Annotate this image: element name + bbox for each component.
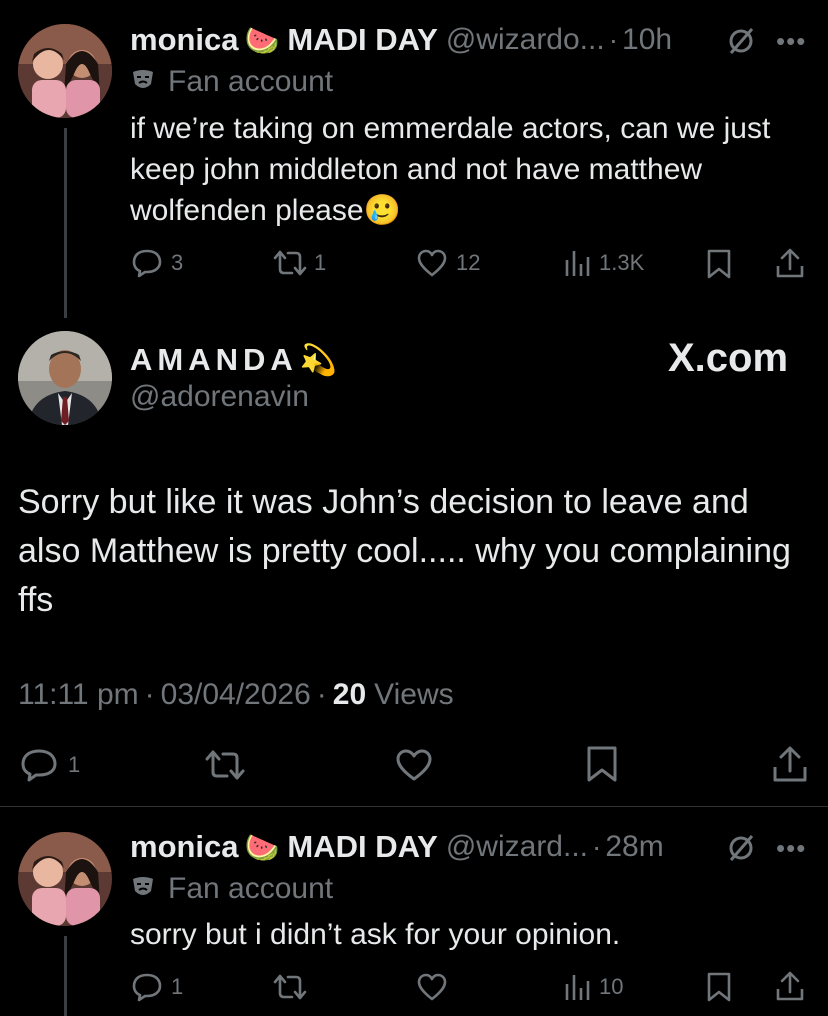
views-chart-icon [563,972,591,1002]
tweet-body: if we’re taking on emmerdale actors, can… [130,112,771,227]
author-name[interactable]: AMANDA [130,342,298,378]
like-button[interactable] [416,972,448,1002]
share-button[interactable] [772,745,808,783]
grok-icon[interactable] [726,833,756,868]
avatar[interactable] [18,832,112,926]
thread-line [64,128,67,318]
tweet-meta: 11:11 pm · 03/04/2026 · 20 Views [18,675,454,715]
share-button[interactable] [775,247,805,279]
author-handle[interactable]: @adorenavin [130,380,309,414]
author-name[interactable]: monica [130,829,239,865]
like-button[interactable] [395,748,433,782]
repost-icon [272,248,308,278]
reply-count: 3 [171,250,184,275]
bookmark-icon [706,971,732,1003]
fan-account-label: Fan account [168,65,334,98]
share-icon [772,745,808,783]
dizzy-emoji: 💫 [299,343,338,377]
views-label: Views [374,678,454,711]
reply-button[interactable]: 1 [20,748,80,782]
reply-count: 1 [68,752,81,777]
more-options-icon[interactable]: ••• [776,26,806,57]
tweet-text: if we’re taking on emmerdale actors, can… [130,108,820,231]
views-count: 20 [332,678,367,711]
separator-dot: · [592,831,602,862]
avatar[interactable] [18,24,112,118]
author-name[interactable]: monica [130,22,239,58]
repost-icon [272,972,308,1002]
reply-icon [131,248,163,278]
repost-button[interactable]: 1 [272,248,326,278]
repost-button[interactable] [204,748,246,782]
share-icon [775,970,805,1002]
tweet-header: monica 🍉 MADI DAY @wizardo... · 10h [130,20,672,60]
timestamp[interactable]: 28m [605,830,663,864]
author-handle[interactable]: @wizard... [446,830,588,864]
author-display-extra[interactable]: MADI DAY [287,829,437,865]
timestamp[interactable]: 10h [622,23,672,57]
views-chart-icon [563,248,591,278]
watermelon-emoji: 🍉 [244,24,280,56]
reply-icon [131,972,163,1002]
tweet-body: sorry but i didn’t ask for your opinion. [130,918,621,951]
smiling-tear-emoji: 🥲 [363,194,401,227]
mask-icon [130,67,156,98]
bookmark-button[interactable] [706,971,732,1003]
repost-icon [204,748,246,782]
more-options-icon[interactable]: ••• [776,833,806,864]
heart-icon [416,972,448,1002]
author-display-extra[interactable]: MADI DAY [287,22,437,58]
tweet-header: monica 🍉 MADI DAY @wizard... · 28m [130,827,664,867]
reply-icon [20,748,58,782]
author-handle[interactable]: @wizardo... [446,23,605,57]
tweet-date[interactable]: 03/04/2026 [161,678,311,712]
watermelon-emoji: 🍉 [244,831,280,863]
bookmark-button[interactable] [706,248,732,280]
reply-button[interactable]: 3 [131,248,183,278]
views-count: 10 [599,974,624,999]
divider [0,806,828,807]
views-button[interactable]: 10 [563,972,623,1002]
like-count: 12 [456,250,481,275]
separator-dot: · [144,678,155,711]
fan-account-label: Fan account [168,872,334,905]
share-icon [775,247,805,279]
reply-button[interactable]: 1 [131,972,183,1002]
heart-icon [395,748,433,782]
reply-count: 1 [171,974,184,999]
repost-count: 1 [314,250,327,275]
fan-account-badge: Fan account [130,63,333,101]
repost-button[interactable] [272,972,308,1002]
avatar[interactable] [18,331,112,425]
author-name-row: AMANDA 💫 [130,338,337,382]
like-button[interactable]: 12 [416,248,480,278]
separator-dot: · [608,24,619,55]
grok-icon[interactable] [726,26,756,61]
bookmark-icon [706,248,732,280]
thread-line [64,936,67,1016]
x-com-watermark: X.com [668,336,789,380]
fan-account-badge: Fan account [130,870,333,908]
tweet-body: Sorry but like it was John’s decision to… [18,483,791,619]
bookmark-button[interactable] [586,745,618,783]
tweet-time[interactable]: 11:11 pm [18,678,139,712]
separator-dot: · [316,678,327,711]
heart-icon [416,248,448,278]
views-count: 1.3K [599,250,645,275]
bookmark-icon [586,745,618,783]
share-button[interactable] [775,970,805,1002]
mask-icon [130,874,156,905]
views-button[interactable]: 1.3K [563,248,644,278]
